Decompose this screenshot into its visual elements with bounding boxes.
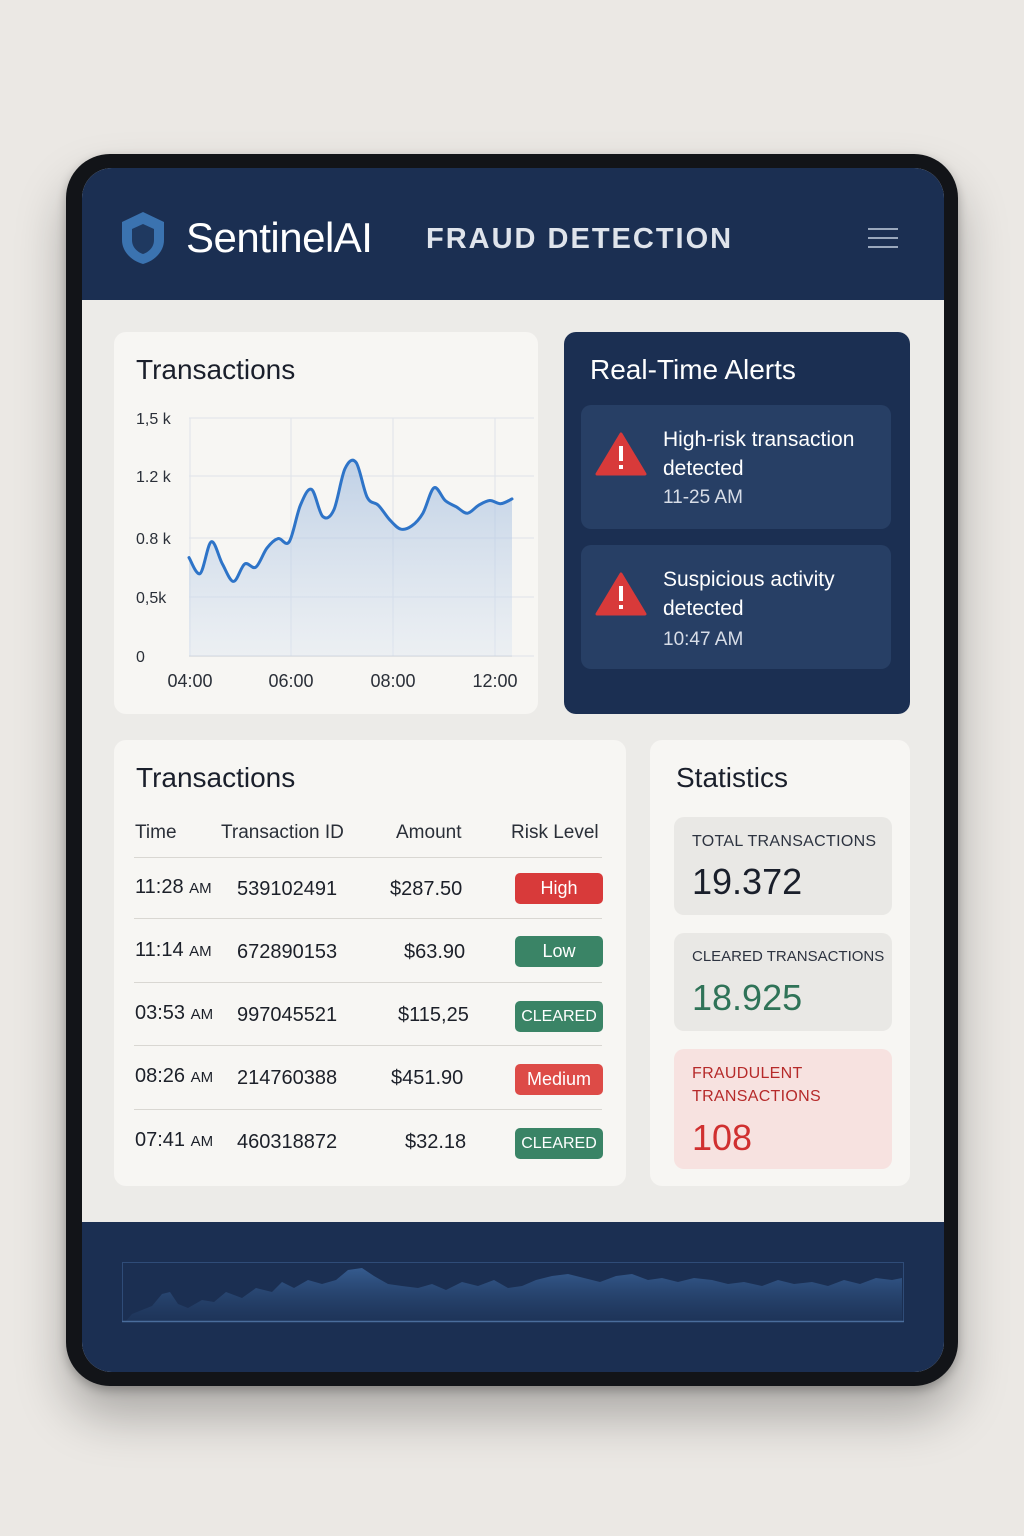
row-transaction-id: 214760388 (237, 1067, 338, 1089)
risk-badge-high: High (515, 873, 603, 904)
total-transactions-value: 19.372 (692, 861, 803, 902)
risk-badge-low: Low (515, 936, 603, 967)
row-transaction-id: 672890153 (237, 941, 338, 963)
alert-timestamp: 10:47 AM (663, 629, 744, 650)
table-row[interactable]: 11:14 AM 672890153 $63.90 Low (134, 919, 603, 982)
fraudulent-transactions-value: 108 (692, 1117, 753, 1158)
chart-x-tick-label: 12:00 (472, 671, 517, 691)
row-amount: $287.50 (390, 878, 463, 900)
chart-y-tick-label: 0 (136, 649, 145, 666)
column-header-transaction-id[interactable]: Transaction ID (221, 822, 344, 844)
brand-name: SentinelAI (186, 214, 373, 261)
chart-y-tick-label: 0.8 k (136, 531, 172, 548)
table-row[interactable]: 03:53 AM 997045521 $115,25 CLEARED (134, 983, 603, 1046)
risk-badge-cleared: CLEARED (515, 1001, 603, 1032)
warning-icon (595, 572, 647, 616)
statistics-title: Statistics (676, 762, 789, 793)
chart-x-tick-label: 06:00 (268, 671, 313, 691)
chart-x-tick-label: 04:00 (167, 671, 212, 691)
transactions-chart: 0 0,5k 0.8 k 1.2 k 1,5 k 04:00 06:00 08:00 12:00 (136, 411, 534, 691)
row-amount: $32.18 (405, 1131, 467, 1153)
row-transaction-id: 460318872 (237, 1131, 338, 1153)
fraudulent-transactions-label: FRAUDULENT (692, 1065, 803, 1082)
statistics-card: Statistics TOTAL TRANSACTIONS 19.372 CLE… (650, 740, 910, 1186)
transactions-chart-card: Transactions 0 0,5k 0.8 k 1.2 k 1,5 k 04:00 06… (114, 332, 538, 714)
chart-y-tick-label: 1.2 k (136, 469, 172, 486)
real-time-alerts-card: Real-Time Alerts High-risk transaction d… (564, 332, 910, 714)
column-header-amount[interactable]: Amount (396, 822, 461, 844)
alert-item[interactable]: Suspicious activity detected 10:47 AM (581, 545, 891, 669)
table-row[interactable]: 07:41 AM 460318872 $32.18 CLEARED (134, 1110, 603, 1173)
alerts-title: Real-Time Alerts (590, 354, 796, 385)
row-time: 11:14 AM (135, 939, 212, 961)
app-header: SentinelAI FRAUD DETECTION (82, 168, 944, 300)
table-row[interactable]: 08:26 AM 214760388 $451.90 Medium (134, 1046, 603, 1109)
row-transaction-id: 997045521 (237, 1004, 338, 1026)
alert-item[interactable]: High-risk transaction detected 11-25 AM (581, 405, 891, 529)
activity-sparkline (122, 1262, 904, 1323)
row-time: 07:41 AM (135, 1129, 214, 1151)
total-transactions-label: TOTAL TRANSACTIONS (692, 833, 877, 850)
cleared-transactions-value: 18.925 (692, 977, 803, 1018)
row-amount: $115,25 (398, 1004, 469, 1026)
cleared-transactions-stat: CLEARED TRANSACTIONS 18.925 (674, 933, 892, 1031)
total-transactions-stat: TOTAL TRANSACTIONS 19.372 (674, 817, 892, 915)
chart-y-tick-label: 0,5k (136, 590, 167, 607)
column-header-time[interactable]: Time (135, 822, 177, 844)
alert-message: Suspicious activity detected (663, 568, 835, 620)
app-screen: SentinelAI FRAUD DETECTION Transactions … (82, 168, 944, 1372)
alert-message: High-risk transaction detected (663, 428, 855, 480)
chart-area-fill (189, 460, 512, 656)
row-time: 08:26 AM (135, 1065, 214, 1087)
alert-timestamp: 11-25 AM (663, 487, 743, 508)
chart-x-tick-label: 08:00 (370, 671, 415, 691)
table-row[interactable]: 11:28 AM 539102491 $287.50 High (134, 858, 603, 921)
column-header-risk-level[interactable]: Risk Level (511, 822, 599, 844)
fraudulent-transactions-stat: FRAUDULENT TRANSACTIONS 108 (674, 1049, 892, 1169)
fraudulent-transactions-label-line2: TRANSACTIONS (692, 1088, 821, 1105)
footer-activity-bar (82, 1222, 944, 1372)
shield-icon (122, 212, 164, 264)
chart-y-tick-label: 1,5 k (136, 411, 172, 428)
table-card-title: Transactions (136, 762, 296, 793)
row-transaction-id: 539102491 (237, 878, 338, 900)
cleared-transactions-label: CLEARED TRANSACTIONS (692, 948, 885, 965)
risk-badge-cleared: CLEARED (515, 1128, 603, 1159)
risk-badge-medium: Medium (515, 1064, 603, 1095)
row-time: 11:28 AM (135, 876, 212, 898)
row-time: 03:53 AM (135, 1002, 214, 1024)
hamburger-menu-icon[interactable] (868, 228, 898, 250)
app-subtitle: FRAUD DETECTION (426, 223, 734, 255)
warning-icon (595, 432, 647, 476)
row-amount: $451.90 (391, 1067, 464, 1089)
row-amount: $63.90 (404, 941, 466, 963)
